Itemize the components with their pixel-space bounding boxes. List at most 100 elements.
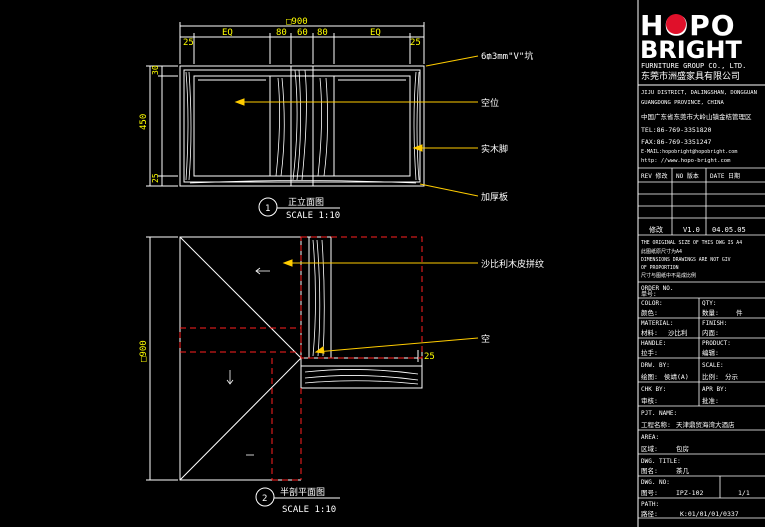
note-1: THE ORIGINAL SIZE OF THIS DWG IS A4 <box>641 240 742 246</box>
callout-empty-space: 空位 <box>481 97 499 109</box>
dim-seg-7: 25 <box>410 38 421 48</box>
scale-value: 分示 <box>725 372 739 381</box>
left-dimensions <box>146 65 178 187</box>
address-line-3: 中国广东省东莞市大岭山镇金桔管理区 <box>641 112 752 121</box>
dim-seg-6: EQ <box>370 28 381 38</box>
plan-view-scale: SCALE 1:10 <box>282 505 336 515</box>
half-section-plan: □900 25 沙比利木皮拼纹 空 2 半剖平面图 SCALE 1:10 <box>139 236 544 515</box>
scale-cn-label: 比例: <box>702 372 719 381</box>
grain-direction-marks <box>226 267 270 456</box>
company-web: http: //www.hopo-bright.com <box>641 158 731 164</box>
front-elevation: □900 25 EQ 80 60 80 EQ 25 450 30 25 6₥3m… <box>139 17 533 221</box>
qty-unit: 件 <box>736 308 743 317</box>
plan-view-number: 2 <box>262 494 267 504</box>
front-view-name: 正立面图 <box>288 196 324 208</box>
approved-by-label: APR BY: <box>702 386 727 393</box>
qty-cn-label: 数量: <box>702 308 719 317</box>
dim-height-top: 30 <box>151 65 160 75</box>
dim-seg-4: 60 <box>297 28 308 38</box>
drawing-no-label: DWG. NO: <box>641 479 670 486</box>
plan-callout-leaders <box>282 259 479 354</box>
note-4: OF PROPORTION <box>641 265 679 271</box>
dim-plan-height: □900 <box>139 340 149 362</box>
note-2: 此图纸原尺寸为A4 <box>641 248 682 255</box>
callout-v-groove: 6₥3mm"V"坑 <box>481 50 533 62</box>
handle-label: HANDLE: <box>641 340 666 347</box>
finish-label: FINISH: <box>702 320 727 327</box>
front-view-number: 1 <box>265 204 270 214</box>
drawing-canvas: □900 25 EQ 80 60 80 EQ 25 450 30 25 6₥3m… <box>139 0 765 527</box>
company-name-en: FURNITURE GROUP CO., LTD. <box>641 62 746 70</box>
rev-row-rev: 修改 <box>649 225 663 234</box>
dim-height: 450 <box>139 114 149 130</box>
product-cn-label: 编辑: <box>702 348 719 357</box>
logo-bright: BRIGHT <box>640 36 742 64</box>
rev-header-date: DATE 日期 <box>710 172 740 180</box>
finish-cn-label: 内面: <box>702 328 719 337</box>
rev-header-rev: REV 修改 <box>641 172 667 180</box>
address-line-1: JIJU DISTRICT, DALINGSHAN, DONGGUAN <box>641 90 757 96</box>
plan-view-title: 2 半剖平面图 SCALE 1:10 <box>255 486 340 515</box>
front-view-title: 1 正立面图 SCALE 1:10 <box>258 196 340 221</box>
drawn-by-value: 侯靖(A) <box>664 372 689 381</box>
plan-wood-grain <box>304 239 419 385</box>
note-3: DIMENSIONS DRAWINGS ARE NOT GIV <box>641 257 731 263</box>
drawing-no-value: IPZ-102 <box>676 489 703 497</box>
color-cn-label: 颜色: <box>641 308 658 317</box>
rev-row-no: V1.0 <box>683 226 700 234</box>
area-cn-label: 区域: <box>641 444 658 453</box>
callout-solid-wood-leg: 实木脚 <box>481 143 508 155</box>
plan-view-name: 半剖平面图 <box>280 486 325 498</box>
path-cn-label: 路径: <box>641 509 658 518</box>
project-value: 天津鼎贸海湾大酒店 <box>676 420 735 429</box>
rev-row-date: 04.05.05 <box>712 226 746 234</box>
color-label: COLOR: <box>641 300 663 307</box>
rev-header-no: NO 版本 <box>676 172 699 180</box>
cad-drawing-viewport: □900 25 EQ 80 60 80 EQ 25 450 30 25 6₥3m… <box>0 0 765 527</box>
material-value: 沙比利 <box>668 328 688 337</box>
address-line-2: GUANGDONG PROVINCE, CHINA <box>641 100 724 106</box>
company-fax: FAX:86-769-3351247 <box>641 138 712 146</box>
material-label: MATERIAL: <box>641 320 674 327</box>
checked-by-label: CHK BY: <box>641 386 666 393</box>
approved-by-cn-label: 批准: <box>702 396 719 405</box>
wood-grain <box>185 69 420 184</box>
area-value: 包房 <box>676 444 689 453</box>
page-number: 1/1 <box>738 489 750 497</box>
drawing-title-label: DWG. TITLE: <box>641 458 681 465</box>
qty-label: QTY: <box>702 300 716 307</box>
dim-total-width: □900 <box>286 17 308 27</box>
drawn-by-label: DRW. BY: <box>641 362 670 369</box>
area-label: AREA: <box>641 434 659 441</box>
callout-hollow: 空 <box>481 333 490 345</box>
front-callout-leaders <box>234 55 479 197</box>
path-value: K:01/01/01/0337 <box>680 510 739 518</box>
dim-plan-offset: 25 <box>424 352 435 362</box>
company-tel: TEL:86-769-3351820 <box>641 126 712 134</box>
dim-seg-5: 80 <box>317 28 328 38</box>
logo-red-dot <box>666 14 686 34</box>
material-cn-label: 材料: <box>641 328 658 337</box>
callout-sapele-veneer: 沙比利木皮拼纹 <box>481 258 544 270</box>
product-label: PRODUCT: <box>702 340 731 347</box>
company-name-cn: 东莞市洲盛家具有限公司 <box>641 70 740 82</box>
plan-left-dimension <box>146 236 178 481</box>
handle-cn-label: 拉手: <box>641 348 658 357</box>
callout-thick-board: 加厚板 <box>481 191 508 203</box>
drawing-name-value: 茶几 <box>676 466 690 475</box>
dim-seg-1: 25 <box>183 38 194 48</box>
path-label: PATH: <box>641 501 659 508</box>
dim-seg-2: EQ <box>222 28 233 38</box>
drawing-name-cn-label: 图名: <box>641 466 658 475</box>
item-no-label: 单号: <box>641 290 657 298</box>
drawn-by-cn-label: 绘图: <box>641 372 658 381</box>
dim-height-bottom: 25 <box>151 173 160 183</box>
title-block: HOPO BRIGHT FURNITURE GROUP CO., LTD. 东莞… <box>637 0 765 527</box>
scale-label: SCALE: <box>702 362 724 369</box>
checked-by-cn-label: 审核: <box>641 396 658 405</box>
project-name-label: PJT. NAME: <box>641 410 677 417</box>
drawing-no-cn-label: 图号: <box>641 489 658 497</box>
project-cn-label: 工程名称: <box>641 420 671 429</box>
note-5: 尺寸与图纸中不是成比例 <box>641 272 696 279</box>
company-email: E-MAIL:hopobright@hopobright.com <box>641 149 737 155</box>
